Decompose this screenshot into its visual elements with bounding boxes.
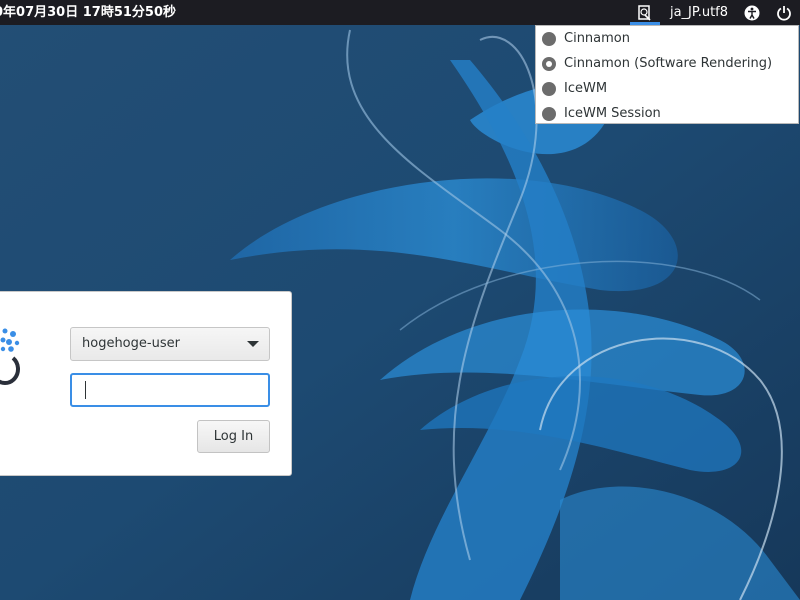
accessibility-button[interactable] (740, 0, 764, 25)
radio-icon (542, 106, 556, 121)
user-select-value: hogehoge-user (82, 336, 180, 351)
session-item-cinnamon[interactable]: Cinnamon (536, 26, 798, 51)
power-button[interactable] (772, 0, 796, 25)
chevron-down-icon (247, 341, 259, 347)
session-select-icon (638, 4, 651, 21)
session-item-label: Cinnamon (Software Rendering) (564, 56, 773, 71)
radio-selected-icon (542, 56, 556, 71)
login-button[interactable]: Log In (197, 420, 270, 453)
session-menu: Cinnamon Cinnamon (Software Rendering) I… (535, 25, 799, 124)
password-field[interactable] (70, 373, 270, 407)
session-item-label: IceWM (564, 81, 608, 96)
distro-logo-icon (0, 328, 20, 385)
language-button[interactable]: ja_JP.utf8 (666, 0, 732, 25)
session-item-cinnamon-software[interactable]: Cinnamon (Software Rendering) (536, 51, 798, 76)
user-select[interactable]: hogehoge-user (70, 327, 270, 361)
session-item-label: IceWM Session (564, 106, 661, 121)
session-item-label: Cinnamon (564, 31, 630, 46)
session-item-icewm-session[interactable]: IceWM Session (536, 101, 798, 126)
session-item-icewm[interactable]: IceWM (536, 76, 798, 101)
radio-icon (542, 31, 556, 46)
radio-icon (542, 81, 556, 96)
clock[interactable]: 0年07月30日 17時51分50秒 (0, 0, 176, 25)
session-select-button[interactable] (630, 0, 660, 25)
login-box: hogehoge-user Log In (0, 291, 292, 476)
power-icon (777, 5, 791, 21)
text-caret (85, 381, 86, 399)
top-panel: 0年07月30日 17時51分50秒 ja_JP.utf8 (0, 0, 800, 25)
accessibility-icon (744, 5, 760, 20)
